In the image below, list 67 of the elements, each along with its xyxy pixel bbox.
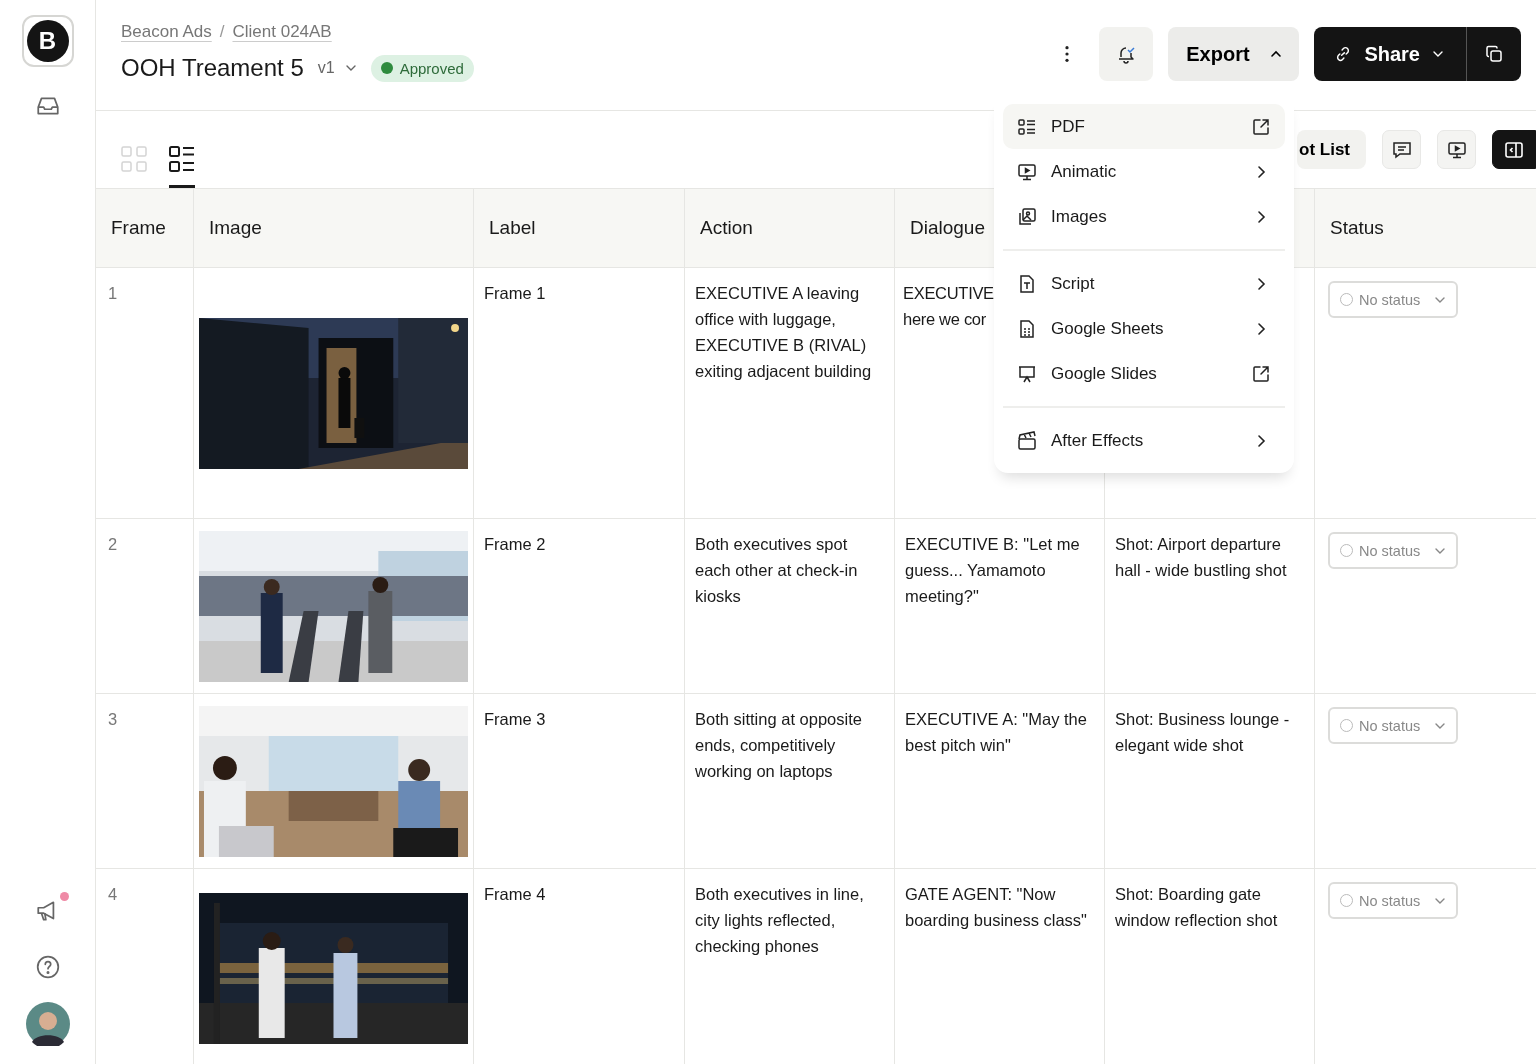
breadcrumb-link[interactable]: Client 024AB — [232, 22, 332, 42]
column-header: Frame — [111, 216, 166, 240]
frame-label: Frame 3 — [484, 710, 546, 728]
bell-icon — [1116, 44, 1137, 64]
sidebar-toggle-icon — [1504, 139, 1524, 160]
menu-item[interactable]: Google Slides — [1003, 351, 1285, 396]
text-document-icon — [1017, 273, 1037, 294]
frame-label: Frame 4 — [484, 885, 546, 903]
page-title: OOH Treament 5 — [121, 54, 304, 82]
list-icon — [169, 145, 195, 172]
frame-number: 3 — [107, 710, 118, 728]
menu-item[interactable]: After Effects — [1003, 418, 1285, 463]
user-avatar[interactable] — [25, 1002, 70, 1046]
status-dropdown[interactable]: No status — [1328, 281, 1459, 318]
help-icon[interactable] — [34, 954, 61, 980]
spreadsheet-icon — [1017, 318, 1037, 339]
column-header: Label — [489, 216, 536, 240]
images-icon — [1017, 206, 1037, 227]
monitor-play-icon — [1446, 139, 1467, 160]
dialogue-text: EXECUTIVE — [903, 283, 994, 304]
dialogue-text: GATE AGENT: "Now boarding business class" — [905, 885, 1087, 929]
breadcrumb-separator: / — [219, 22, 225, 42]
export-button[interactable]: Export — [1168, 27, 1300, 81]
list-layout-icon — [1017, 116, 1037, 137]
frame-number: 1 — [107, 284, 118, 302]
grid-icon — [121, 145, 147, 172]
menu-item[interactable]: Animatic — [1003, 149, 1285, 194]
column-header: Dialogue — [910, 216, 985, 240]
action-text: EXECUTIVE A leaving office with luggage, EXECUTIVE B (RIVAL) exiting adjacent building — [695, 284, 872, 380]
column-header: Image — [209, 216, 262, 240]
menu-item[interactable]: Images — [1003, 194, 1285, 239]
frame-label: Frame 2 — [484, 535, 546, 553]
dialogue-text: here we cor — [903, 309, 986, 330]
frame-number: 2 — [107, 535, 118, 553]
clapperboard-icon — [1017, 430, 1037, 451]
column-header: Action — [700, 216, 753, 240]
notifications-button[interactable] — [1099, 27, 1154, 81]
copy-icon — [1484, 44, 1504, 64]
status-dropdown[interactable]: No status — [1328, 532, 1459, 569]
present-button[interactable] — [1437, 130, 1476, 169]
monitor-play-icon — [1017, 161, 1037, 182]
dialogue-text: EXECUTIVE A: "May the best pitch win" — [905, 710, 1087, 754]
more-options-icon[interactable] — [1064, 45, 1071, 63]
action-text: Both executives spot each other at check-in kiosks — [695, 535, 858, 605]
action-text: Both executives in line, city lights reflected, checking phones — [695, 885, 864, 955]
comments-button[interactable] — [1382, 130, 1421, 169]
frame-label: Frame 1 — [484, 284, 546, 302]
frame-number: 4 — [107, 885, 118, 903]
menu-item[interactable]: PDF — [1003, 104, 1285, 149]
chevron-up-icon — [1269, 48, 1282, 60]
status-badge: Approved — [370, 54, 474, 82]
action-text: Both sitting at opposite ends, competitively working on laptops — [695, 710, 862, 780]
breadcrumb-link[interactable]: Beacon Ads — [121, 22, 212, 42]
shot-text: Shot: Boarding gate window reflection shot — [1115, 885, 1278, 929]
presentation-icon — [1017, 363, 1037, 384]
version-dropdown[interactable]: v1 — [317, 59, 357, 77]
menu-item[interactable]: Google Sheets — [1003, 306, 1285, 351]
status-dropdown[interactable]: No status — [1328, 707, 1459, 744]
status-dropdown[interactable]: No status — [1328, 882, 1459, 919]
menu-item[interactable]: Script — [1003, 261, 1285, 306]
shot-text: Shot: Business lounge - elegant wide shot — [1115, 710, 1290, 754]
dialogue-text: EXECUTIVE B: "Let me guess... Yamamoto meeting?" — [905, 535, 1080, 605]
comment-icon — [1391, 139, 1412, 160]
side-panel-button[interactable] — [1492, 130, 1536, 169]
shot-text: Shot: Airport departure hall - wide bustling shot — [1115, 535, 1287, 579]
column-header: Status — [1330, 216, 1384, 240]
shot-list-button[interactable]: ot List — [1297, 130, 1366, 169]
